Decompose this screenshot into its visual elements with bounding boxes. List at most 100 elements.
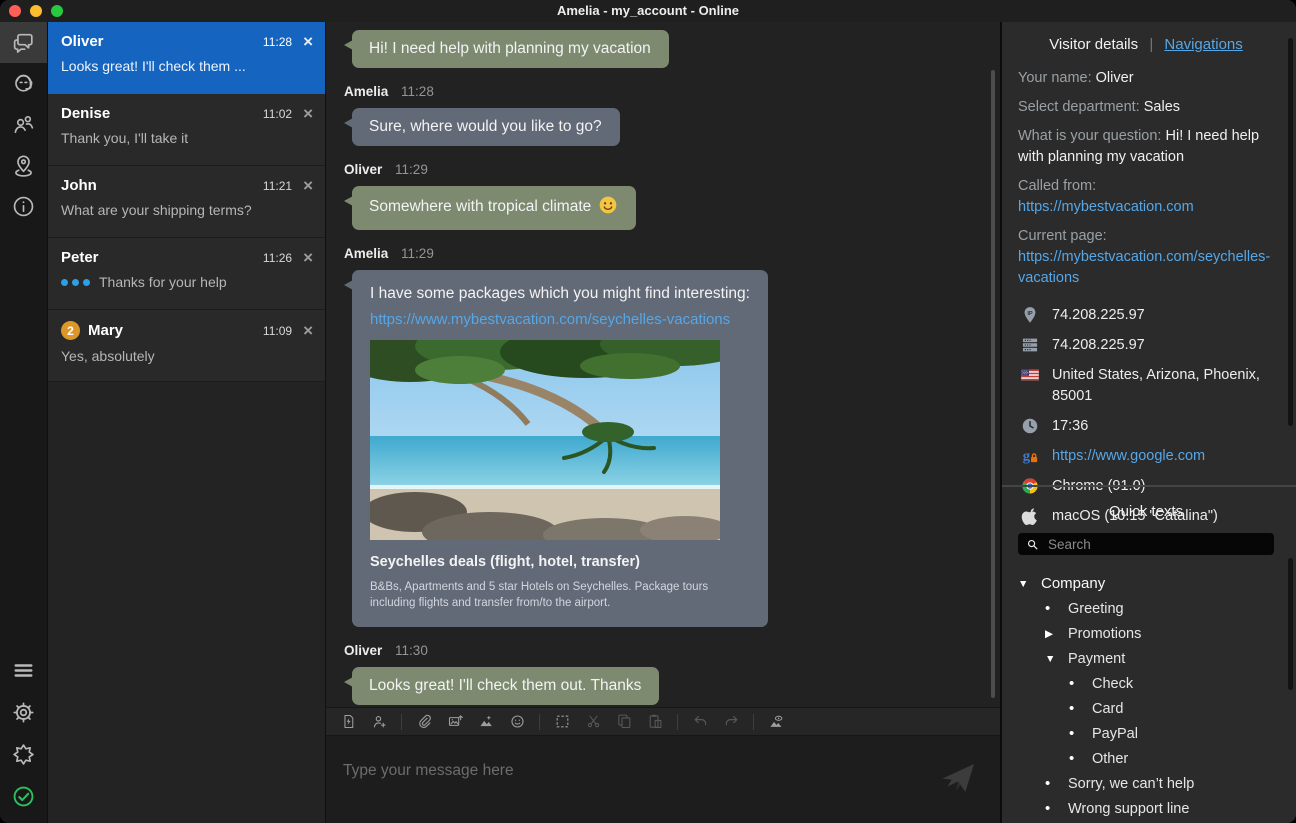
bullet-icon[interactable]: • bbox=[1045, 800, 1068, 817]
rail-agent-button[interactable] bbox=[0, 63, 47, 104]
emoji-icon bbox=[509, 713, 526, 730]
chat-list-item[interactable]: John 11:21 × What are your shipping term… bbox=[48, 166, 325, 238]
link-preview-image[interactable] bbox=[370, 340, 720, 540]
tab-visitor-details[interactable]: Visitor details bbox=[1049, 36, 1138, 53]
copy-icon bbox=[616, 713, 633, 730]
info-text: 17:36 bbox=[1052, 416, 1088, 437]
rail-chats-button[interactable] bbox=[0, 22, 47, 63]
undo-button[interactable] bbox=[691, 713, 709, 731]
chat-list-item[interactable]: Oliver 11:28 × Looks great! I'll check t… bbox=[48, 22, 325, 94]
bullet-icon[interactable]: • bbox=[1069, 700, 1092, 717]
quick-text-item[interactable]: • Card bbox=[1018, 696, 1274, 721]
quick-text-item[interactable]: ▼ Company bbox=[1018, 571, 1274, 596]
send-button[interactable] bbox=[938, 758, 978, 798]
visitor-info-clock: 17:36 bbox=[1018, 416, 1274, 437]
visitor-info-us-flag: United States, Arizona, Phoenix, 85001 bbox=[1018, 365, 1274, 407]
rail-info-button[interactable] bbox=[0, 186, 47, 227]
attachment-button[interactable] bbox=[415, 713, 433, 731]
quick-texts-scrollbar[interactable] bbox=[1288, 558, 1293, 690]
rail-menu-button[interactable] bbox=[0, 649, 47, 691]
tab-navigations[interactable]: Navigations bbox=[1164, 36, 1242, 53]
paste-icon bbox=[647, 713, 664, 730]
visitor-details-section: Visitor details | Navigations Your name:… bbox=[1002, 22, 1296, 485]
selection-button[interactable] bbox=[553, 713, 571, 731]
toolbar-separator bbox=[677, 714, 678, 730]
quick-text-item[interactable]: • PayPal bbox=[1018, 721, 1274, 746]
tree-expanded-arrow-icon[interactable]: ▼ bbox=[1018, 578, 1041, 590]
zoom-window-button[interactable] bbox=[51, 5, 63, 17]
close-chat-icon[interactable]: × bbox=[303, 107, 313, 120]
message-time: 11:29 bbox=[395, 162, 428, 177]
message-meta: Amelia 11:29 bbox=[344, 246, 976, 261]
image-preview-button[interactable] bbox=[767, 713, 785, 731]
search-input[interactable] bbox=[1046, 536, 1266, 553]
quick-text-item[interactable]: • Other bbox=[1018, 746, 1274, 771]
image-upload-button[interactable] bbox=[446, 713, 464, 731]
quick-text-item[interactable]: ▼ Payment bbox=[1018, 646, 1274, 671]
rail-burst-button[interactable] bbox=[0, 733, 47, 775]
close-chat-icon[interactable]: × bbox=[303, 179, 313, 192]
redo-button[interactable] bbox=[722, 713, 740, 731]
close-chat-icon[interactable]: × bbox=[303, 251, 313, 264]
close-chat-icon[interactable]: × bbox=[303, 324, 313, 337]
quick-text-label: Promotions bbox=[1068, 626, 1141, 642]
message-input[interactable] bbox=[326, 736, 1000, 823]
rail-location-button[interactable] bbox=[0, 145, 47, 186]
chat-preview-text: What are your shipping terms? bbox=[61, 202, 252, 218]
quick-text-item[interactable]: • Greeting bbox=[1018, 596, 1274, 621]
emoji-button[interactable] bbox=[508, 713, 526, 731]
message-text: Hi! I need help with planning my vacatio… bbox=[369, 40, 651, 57]
chat-time: 11:09 bbox=[263, 324, 292, 338]
bullet-icon[interactable]: • bbox=[1069, 675, 1092, 692]
bullet-icon[interactable]: • bbox=[1069, 725, 1092, 742]
server-icon bbox=[1020, 335, 1040, 355]
quick-text-item[interactable]: • Wrong support line bbox=[1018, 796, 1274, 821]
chat-contact-name: John bbox=[61, 177, 263, 194]
message-author: Amelia bbox=[344, 246, 388, 261]
copy-button[interactable] bbox=[615, 713, 633, 731]
chat-list: Oliver 11:28 × Looks great! I'll check t… bbox=[47, 22, 325, 823]
tab-separator: | bbox=[1149, 36, 1153, 53]
rail-visitors-button[interactable] bbox=[0, 104, 47, 145]
chat-preview-text: Yes, absolutely bbox=[61, 348, 155, 364]
chat-item-header: Oliver 11:28 × bbox=[61, 33, 313, 50]
quick-texts-search[interactable] bbox=[1018, 533, 1274, 555]
menu-icon bbox=[11, 658, 36, 683]
bullet-icon[interactable]: • bbox=[1045, 600, 1068, 617]
info-text[interactable]: https://www.google.com bbox=[1052, 446, 1205, 467]
tree-expanded-arrow-icon[interactable]: ▼ bbox=[1045, 653, 1068, 665]
close-chat-icon[interactable]: × bbox=[303, 35, 313, 48]
quick-text-item[interactable]: ▶ Promotions bbox=[1018, 621, 1274, 646]
screenshot-button[interactable] bbox=[477, 713, 495, 731]
field-label: Select department: bbox=[1018, 99, 1144, 115]
chat-list-item[interactable]: Denise 11:02 × Thank you, I'll take it bbox=[48, 94, 325, 166]
chat-preview-row: Looks great! I'll check them ... bbox=[61, 58, 313, 74]
quick-text-item[interactable]: • Check bbox=[1018, 671, 1274, 696]
close-window-button[interactable] bbox=[9, 5, 21, 17]
minimize-window-button[interactable] bbox=[30, 5, 42, 17]
field-value[interactable]: https://mybestvacation.com bbox=[1018, 199, 1194, 215]
chat-scrollbar[interactable] bbox=[991, 70, 995, 698]
rail-status-check-button[interactable] bbox=[0, 775, 47, 817]
quick-text-button[interactable] bbox=[339, 713, 357, 731]
chat-list-item[interactable]: Peter 11:26 × Thanks for your help bbox=[48, 238, 325, 310]
chat-list-item[interactable]: 2 Mary 11:09 × Yes, absolutely bbox=[48, 310, 325, 382]
bullet-icon[interactable]: • bbox=[1045, 775, 1068, 792]
clock-icon bbox=[1020, 416, 1040, 436]
field-value[interactable]: https://mybestvacation.com/seychelles-va… bbox=[1018, 249, 1270, 286]
details-scrollbar[interactable] bbox=[1288, 38, 1293, 426]
rail-gear-button[interactable] bbox=[0, 691, 47, 733]
unread-badge: 2 bbox=[61, 321, 80, 340]
tree-collapsed-arrow-icon[interactable]: ▶ bbox=[1045, 628, 1068, 640]
chat-contact-name: Oliver bbox=[61, 33, 263, 50]
bullet-icon[interactable]: • bbox=[1069, 750, 1092, 767]
invite-agent-button[interactable] bbox=[370, 713, 388, 731]
smiley-emoji-icon bbox=[598, 195, 618, 220]
quick-text-item[interactable]: • Sorry, we can’t help bbox=[1018, 771, 1274, 796]
cut-button[interactable] bbox=[584, 713, 602, 731]
message-text: Sure, where would you like to go? bbox=[369, 118, 602, 135]
nav-rail-top bbox=[0, 22, 47, 227]
message-link[interactable]: https://www.mybestvacation.com/seychelle… bbox=[370, 310, 750, 329]
chat-item-header: 2 Mary 11:09 × bbox=[61, 321, 313, 340]
paste-button[interactable] bbox=[646, 713, 664, 731]
